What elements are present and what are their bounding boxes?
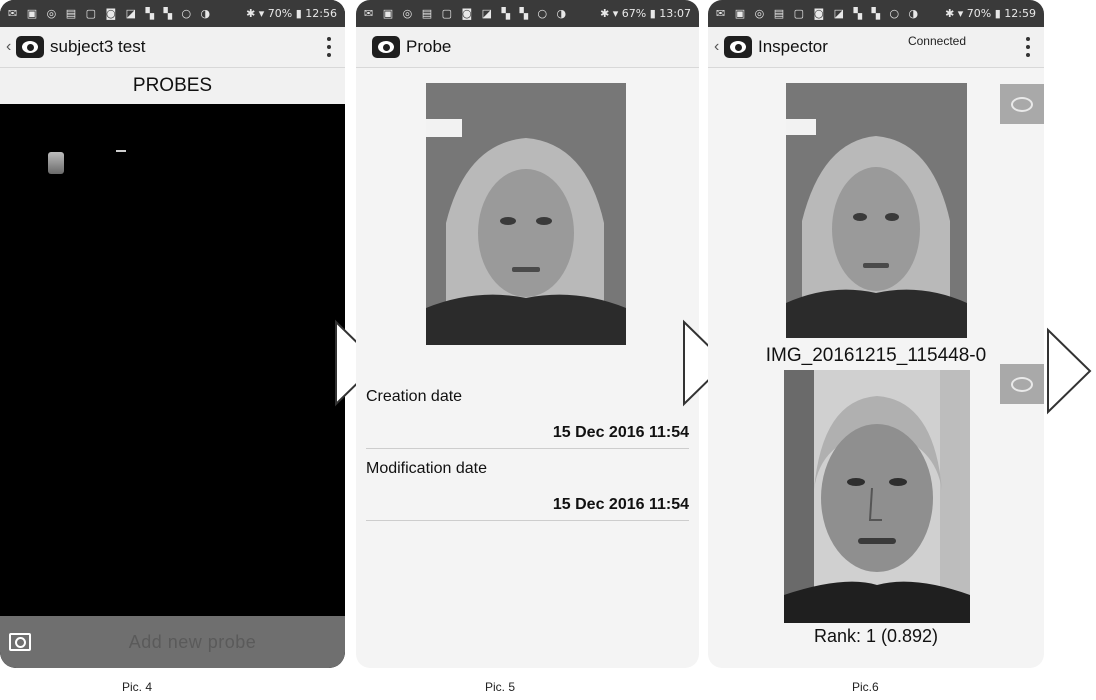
eye-icon xyxy=(1011,376,1033,392)
modification-date-row: Modification date 15 Dec 2016 11:54 xyxy=(366,460,689,521)
status-right: ✱ ▾ 70% ▮ 12:59 xyxy=(945,7,1036,20)
overflow-menu-icon[interactable] xyxy=(1026,37,1030,57)
image-name: IMG_20161215_115448-0 xyxy=(765,345,987,366)
page-title: Probe xyxy=(406,37,452,56)
caption-pic5: Pic. 5 xyxy=(485,680,516,694)
action-bar: Probe xyxy=(356,27,699,68)
caption-pic6: Pic.6 xyxy=(852,680,879,694)
app-eye-icon[interactable] xyxy=(16,36,44,58)
next-arrow-icon xyxy=(1047,327,1092,415)
notification-icons: ✉ ▣ ◎ ▤ ▢ ◙ ◪ ▚ ▚ ○ ◑ xyxy=(716,7,922,20)
bottom-toolbar: Add new probe xyxy=(0,616,345,668)
probe-list[interactable] xyxy=(0,112,345,616)
back-icon[interactable]: ‹ xyxy=(6,38,16,56)
page-title: Inspector xyxy=(758,37,828,56)
probe-photo[interactable] xyxy=(426,83,626,345)
status-bar: ✉ ▣ ◎ ▤ ▢ ◙ ◪ ▚ ▚ ○ ◑ ✱ ▾ 70% ▮ 12:59 xyxy=(708,0,1044,27)
view-match-button[interactable] xyxy=(1000,364,1044,404)
creation-date-row: Creation date 15 Dec 2016 11:54 xyxy=(366,388,689,449)
status-bar: ✉ ▣ ◎ ▤ ▢ ◙ ◪ ▚ ▚ ○ ◑ ✱ ▾ 67% ▮ 13:07 xyxy=(356,0,699,27)
rank-label: Rank: 1 (0.892) xyxy=(813,626,939,646)
notification-icons: ✉ ▣ ◎ ▤ ▢ ◙ ◪ ▚ ▚ ○ ◑ xyxy=(364,7,570,20)
field-value: 15 Dec 2016 11:54 xyxy=(552,424,689,441)
match-photo[interactable] xyxy=(784,370,970,623)
field-label: Modification date xyxy=(366,460,487,477)
probe-item-marker xyxy=(116,150,126,152)
overflow-menu-icon[interactable] xyxy=(327,37,331,57)
app-eye-icon[interactable] xyxy=(724,36,752,58)
phone-screen-probe-detail: ✉ ▣ ◎ ▤ ▢ ◙ ◪ ▚ ▚ ○ ◑ ✱ ▾ 67% ▮ 13:07 Pr… xyxy=(356,0,699,668)
connection-status: Connected xyxy=(907,34,966,48)
divider xyxy=(366,520,689,521)
status-right: ✱ ▾ 67% ▮ 13:07 xyxy=(600,7,691,20)
probe-photo[interactable] xyxy=(786,83,967,338)
page-title: subject3 test xyxy=(50,37,146,56)
eye-icon xyxy=(1011,96,1033,112)
caption-pic4: Pic. 4 xyxy=(122,680,153,694)
status-right: ✱ ▾ 70% ▮ 12:56 xyxy=(246,7,337,20)
field-value: 15 Dec 2016 11:54 xyxy=(552,496,689,513)
field-label: Creation date xyxy=(366,388,463,405)
action-bar: ‹ Inspector Connected xyxy=(708,27,1044,68)
phone-screen-probes: ✉ ▣ ◎ ▤ ▢ ◙ ◪ ▚ ▚ ○ ◑ ✱ ▾ 70% ▮ 12:56 ‹ … xyxy=(0,0,345,668)
section-title: PROBES xyxy=(0,68,345,104)
phone-screen-inspector: ✉ ▣ ◎ ▤ ▢ ◙ ◪ ▚ ▚ ○ ◑ ✱ ▾ 70% ▮ 12:59 ‹ … xyxy=(708,0,1044,668)
add-probe-button[interactable]: Add new probe xyxy=(40,632,345,653)
action-bar: ‹ subject3 test xyxy=(0,27,345,68)
app-eye-icon[interactable] xyxy=(372,36,400,58)
camera-icon[interactable] xyxy=(0,633,40,651)
back-icon[interactable]: ‹ xyxy=(714,38,724,56)
status-bar: ✉ ▣ ◎ ▤ ▢ ◙ ◪ ▚ ▚ ○ ◑ ✱ ▾ 70% ▮ 12:56 xyxy=(0,0,345,27)
divider xyxy=(366,448,689,449)
probe-thumbnail[interactable] xyxy=(48,152,64,174)
view-probe-button[interactable] xyxy=(1000,84,1044,124)
notification-icons: ✉ ▣ ◎ ▤ ▢ ◙ ◪ ▚ ▚ ○ ◑ xyxy=(8,7,214,20)
